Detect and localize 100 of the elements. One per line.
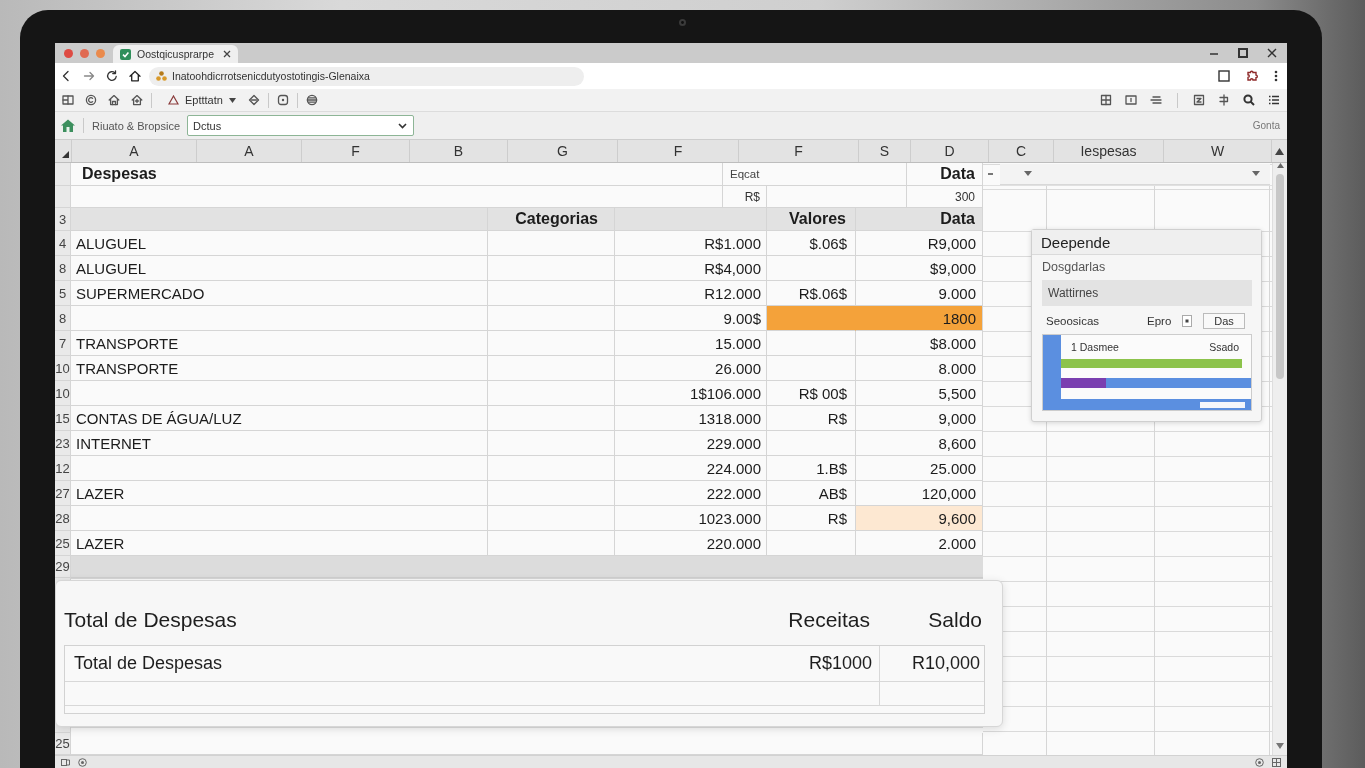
column-header[interactable]: Iespesas xyxy=(1054,140,1164,162)
column-header[interactable]: F xyxy=(302,140,410,162)
card-title: Total de Despesas xyxy=(64,607,237,633)
table-cell: $.06$ xyxy=(767,231,856,256)
triangle-icon[interactable] xyxy=(62,151,69,158)
sheet-title: Despesas xyxy=(71,163,723,186)
column-header[interactable]: A xyxy=(197,140,302,162)
check-square-icon xyxy=(120,48,131,60)
row-number: 25 xyxy=(55,531,71,556)
column-header[interactable]: W xyxy=(1164,140,1272,162)
row-number: 28 xyxy=(55,506,71,531)
list-icon[interactable] xyxy=(1268,94,1280,106)
grid-icon[interactable] xyxy=(1100,94,1112,106)
table-cell: ALUGUEL xyxy=(71,231,488,256)
site-info-icon[interactable] xyxy=(156,71,167,81)
column-header[interactable]: B xyxy=(410,140,508,162)
maximize-icon[interactable] xyxy=(1238,48,1248,58)
camera-icon xyxy=(679,19,686,26)
table-cell: R$ 00$ xyxy=(767,381,856,406)
square-icon[interactable] xyxy=(1218,70,1230,82)
forward-icon[interactable] xyxy=(83,70,95,82)
row-number: 27 xyxy=(55,481,71,506)
dropdown-field[interactable]: Dctus xyxy=(187,115,415,136)
close-icon[interactable] xyxy=(223,50,231,58)
minus-icon xyxy=(988,173,993,175)
panel-button[interactable]: Das xyxy=(1203,313,1245,329)
table-cell: LAZER xyxy=(71,481,488,506)
layout-icon[interactable] xyxy=(61,757,70,767)
column-header[interactable]: F xyxy=(739,140,859,162)
circle-dot-icon[interactable] xyxy=(1255,757,1264,767)
caret-icon xyxy=(1024,171,1032,176)
more-icon[interactable] xyxy=(1274,70,1278,82)
column-header[interactable]: A xyxy=(72,140,197,162)
table-cell: 1318.000 xyxy=(615,406,767,431)
column-heading: Receitas xyxy=(788,607,871,633)
column-heading: Saldo xyxy=(928,607,983,633)
table-cell: AB$ xyxy=(767,481,856,506)
sheet-icon[interactable] xyxy=(1272,757,1281,767)
column-header[interactable]: C xyxy=(989,140,1054,162)
table-cell: R$1.000 xyxy=(615,231,767,256)
window-dot-icon[interactable] xyxy=(96,48,105,58)
globe-icon[interactable] xyxy=(305,94,318,106)
column-header[interactable]: F xyxy=(618,140,739,162)
row-number: 15 xyxy=(55,406,71,431)
row-number: 23 xyxy=(55,431,71,456)
house-icon[interactable] xyxy=(131,94,143,106)
table-cell: R$ xyxy=(767,406,856,431)
puzzle-icon[interactable] xyxy=(1246,70,1258,82)
header-cell: Valores xyxy=(767,208,856,231)
row-header xyxy=(55,186,71,208)
row-number: 7 xyxy=(55,331,71,356)
copyright-icon[interactable] xyxy=(85,94,97,106)
row-number: 8 xyxy=(55,256,71,281)
scrollbar-thumb[interactable] xyxy=(1276,174,1284,379)
row-number: 5 xyxy=(55,281,71,306)
dropdown-field[interactable] xyxy=(1000,163,1270,185)
rounded-square-icon[interactable] xyxy=(276,94,289,106)
panel-icon[interactable] xyxy=(62,94,74,106)
window-dot-icon[interactable] xyxy=(64,48,73,58)
letter-z-square-icon[interactable] xyxy=(1193,94,1205,106)
panel-subtitle: Dosgdarlas xyxy=(1042,260,1106,274)
column-header[interactable]: S xyxy=(859,140,911,162)
diamond-icon[interactable] xyxy=(247,94,260,106)
toolbar-label: Gonta xyxy=(1252,120,1280,131)
checkbox[interactable] xyxy=(1182,315,1192,327)
chart-label: Ssado xyxy=(1209,341,1239,354)
close-icon[interactable] xyxy=(1267,48,1277,58)
chevron-icon xyxy=(398,122,408,129)
window-dot-icon[interactable] xyxy=(80,48,89,58)
house-icon[interactable] xyxy=(108,94,120,106)
row-number: 10 xyxy=(55,356,71,381)
table-cell: R$1000 xyxy=(760,646,880,681)
text-field[interactable]: Wattirnes xyxy=(1042,280,1252,306)
chart-bar-segment xyxy=(1200,402,1245,408)
address-field[interactable]: Inatoohdicrrotsenicdutyostotingis-Glenaixa xyxy=(149,66,584,86)
style-dropdown[interactable]: Eptttatn xyxy=(164,90,240,110)
search-icon[interactable] xyxy=(1243,94,1255,106)
scroll-down-icon[interactable] xyxy=(1276,743,1284,749)
table-cell: 9,600 xyxy=(856,506,983,531)
table-cell-text: R10,000 xyxy=(910,652,981,675)
browser-tab[interactable]: Oostqicusprarpe xyxy=(113,45,238,63)
reload-icon[interactable] xyxy=(106,70,118,82)
table-cell: ALUGUEL xyxy=(71,256,488,281)
column-header[interactable]: G xyxy=(508,140,618,162)
table-cell: TRANSPORTE xyxy=(71,331,488,356)
cross-icon[interactable] xyxy=(1218,94,1230,106)
table-cell: CONTAS DE ÁGUA/LUZ xyxy=(71,406,488,431)
table-cell: R$4,000 xyxy=(615,256,767,281)
table-cell: INTERNET xyxy=(71,431,488,456)
frame-icon[interactable] xyxy=(1125,94,1137,106)
home-icon[interactable] xyxy=(129,70,141,82)
table-cell: 1$106.000 xyxy=(615,381,767,406)
row-number: 10 xyxy=(55,381,71,406)
circle-dot-icon[interactable] xyxy=(78,757,87,767)
column-header[interactable]: D xyxy=(911,140,989,162)
lines-icon[interactable] xyxy=(1150,94,1162,106)
caret-icon xyxy=(1252,171,1260,176)
scroll-up-icon[interactable] xyxy=(1275,147,1284,155)
back-icon[interactable] xyxy=(60,70,72,82)
triangle-icon xyxy=(168,95,179,105)
